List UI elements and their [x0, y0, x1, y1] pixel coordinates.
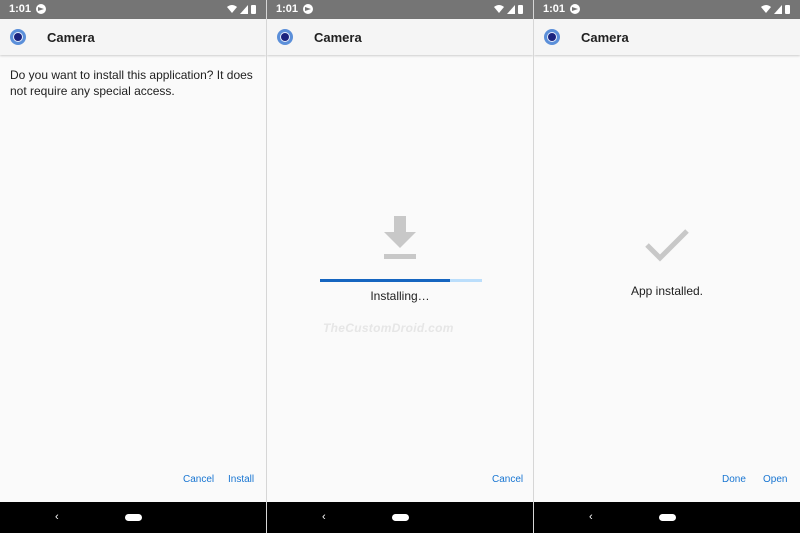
status-bar: 1:01	[534, 0, 800, 19]
status-icons	[494, 4, 523, 14]
back-icon[interactable]: ‹	[55, 511, 59, 523]
cancel-button[interactable]: Cancel	[183, 474, 214, 485]
download-icon	[384, 216, 416, 259]
installing-status: Installing…	[370, 289, 430, 303]
status-icons	[227, 4, 256, 14]
install-button[interactable]: Install	[228, 474, 254, 485]
app-title: Camera	[581, 30, 629, 45]
battery-icon	[785, 4, 790, 14]
wifi-icon	[227, 5, 237, 13]
home-pill-icon[interactable]	[659, 514, 676, 521]
open-button[interactable]: Open	[763, 474, 787, 485]
checkmark-icon	[645, 229, 689, 262]
done-button[interactable]: Done	[722, 474, 746, 485]
app-title: Camera	[47, 30, 95, 45]
status-icons	[761, 4, 790, 14]
watermark-text: TheCustomDroid.com	[323, 321, 454, 335]
cell-signal-icon	[774, 4, 782, 14]
install-question: Do you want to install this application?…	[10, 68, 253, 98]
battery-icon	[251, 4, 256, 14]
status-bar: 1:01	[0, 0, 266, 19]
screenshot-collage: 1:01 Camera Do you want to install this …	[0, 0, 800, 533]
camera-app-icon	[10, 29, 26, 45]
install-progress-fill	[320, 279, 450, 282]
install-prompt-screen: 1:01 Camera Do you want to install this …	[0, 0, 266, 533]
cancel-button[interactable]: Cancel	[492, 474, 523, 485]
wifi-icon	[761, 5, 771, 13]
status-time: 1:01	[543, 3, 566, 15]
home-pill-icon[interactable]	[392, 514, 409, 521]
back-icon[interactable]: ‹	[589, 511, 593, 523]
wifi-icon	[494, 5, 504, 13]
status-bar: 1:01	[267, 0, 533, 19]
status-time: 1:01	[276, 3, 299, 15]
telegram-notification-icon	[36, 4, 46, 14]
navigation-bar: ‹	[534, 502, 800, 533]
home-pill-icon[interactable]	[125, 514, 142, 521]
cell-signal-icon	[507, 4, 515, 14]
battery-icon	[518, 4, 523, 14]
status-time: 1:01	[9, 3, 32, 15]
navigation-bar: ‹	[0, 502, 266, 533]
app-bar: Camera	[0, 19, 266, 55]
app-title: Camera	[314, 30, 362, 45]
cell-signal-icon	[240, 4, 248, 14]
install-complete-screen: 1:01 Camera App installed. Done Open ‹	[533, 0, 800, 533]
telegram-notification-icon	[303, 4, 313, 14]
installed-status: App installed.	[630, 284, 704, 298]
telegram-notification-icon	[570, 4, 580, 14]
install-progress-bar	[320, 279, 482, 282]
camera-app-icon	[544, 29, 560, 45]
installing-screen: 1:01 Camera Installing… Cancel ‹	[266, 0, 533, 533]
navigation-bar: ‹	[267, 502, 533, 533]
back-icon[interactable]: ‹	[322, 511, 326, 523]
app-bar: Camera	[267, 19, 533, 55]
app-bar: Camera	[534, 19, 800, 55]
camera-app-icon	[277, 29, 293, 45]
